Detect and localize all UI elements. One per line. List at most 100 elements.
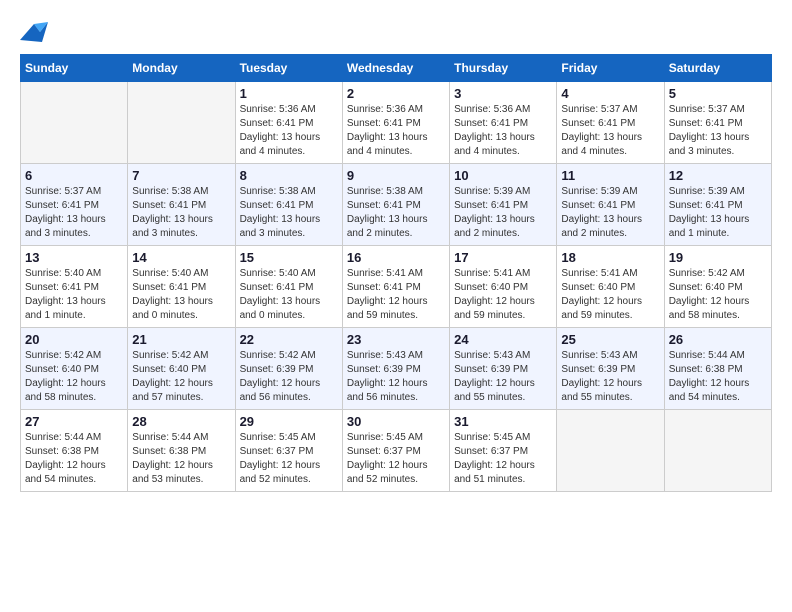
calendar-cell: 2 Sunrise: 5:36 AMSunset: 6:41 PMDaylight…: [342, 82, 449, 164]
day-number: 21: [132, 332, 230, 347]
day-number: 1: [240, 86, 338, 101]
day-info: Sunrise: 5:41 AMSunset: 6:41 PMDaylight:…: [347, 267, 445, 323]
day-info: Sunrise: 5:37 AMSunset: 6:41 PMDaylight:…: [561, 103, 659, 159]
calendar-cell: 7 Sunrise: 5:38 AMSunset: 6:41 PMDaylight…: [128, 164, 235, 246]
calendar-cell: [664, 410, 771, 492]
day-info: Sunrise: 5:41 AMSunset: 6:40 PMDaylight:…: [561, 267, 659, 323]
calendar-cell: [557, 410, 664, 492]
calendar-cell: 22 Sunrise: 5:42 AMSunset: 6:39 PMDayligh…: [235, 328, 342, 410]
day-info: Sunrise: 5:36 AMSunset: 6:41 PMDaylight:…: [347, 103, 445, 159]
day-number: 6: [25, 168, 123, 183]
day-number: 16: [347, 250, 445, 265]
day-number: 9: [347, 168, 445, 183]
day-info: Sunrise: 5:45 AMSunset: 6:37 PMDaylight:…: [240, 431, 338, 487]
calendar-header-thursday: Thursday: [450, 55, 557, 82]
day-number: 18: [561, 250, 659, 265]
calendar-cell: 14 Sunrise: 5:40 AMSunset: 6:41 PMDayligh…: [128, 246, 235, 328]
day-info: Sunrise: 5:36 AMSunset: 6:41 PMDaylight:…: [454, 103, 552, 159]
day-info: Sunrise: 5:42 AMSunset: 6:40 PMDaylight:…: [25, 349, 123, 405]
calendar-cell: 15Sunrise: 5:40 AMSunset: 6:41 PMDayligh…: [235, 246, 342, 328]
day-number: 26: [669, 332, 767, 347]
day-info: Sunrise: 5:41 AMSunset: 6:40 PMDaylight:…: [454, 267, 552, 323]
day-info: Sunrise: 5:37 AMSunset: 6:41 PMDaylight:…: [25, 185, 123, 241]
calendar-cell: [21, 82, 128, 164]
calendar-cell: 9 Sunrise: 5:38 AMSunset: 6:41 PMDaylight…: [342, 164, 449, 246]
calendar-cell: 27 Sunrise: 5:44 AMSunset: 6:38 PMDayligh…: [21, 410, 128, 492]
day-number: 3: [454, 86, 552, 101]
day-info: Sunrise: 5:40 AMSunset: 6:41 PMDaylight:…: [132, 267, 230, 323]
day-number: 31: [454, 414, 552, 429]
day-info: Sunrise: 5:42 AMSunset: 6:40 PMDaylight:…: [669, 267, 767, 323]
day-number: 4: [561, 86, 659, 101]
calendar-cell: 23 Sunrise: 5:43 AMSunset: 6:39 PMDayligh…: [342, 328, 449, 410]
day-info: Sunrise: 5:44 AMSunset: 6:38 PMDaylight:…: [132, 431, 230, 487]
calendar-week-row: 1 Sunrise: 5:36 AMSunset: 6:41 PMDaylight…: [21, 82, 772, 164]
calendar-cell: 4 Sunrise: 5:37 AMSunset: 6:41 PMDaylight…: [557, 82, 664, 164]
day-info: Sunrise: 5:38 AMSunset: 6:41 PMDaylight:…: [240, 185, 338, 241]
day-number: 13: [25, 250, 123, 265]
day-info: Sunrise: 5:38 AMSunset: 6:41 PMDaylight:…: [347, 185, 445, 241]
calendar-week-row: 6 Sunrise: 5:37 AMSunset: 6:41 PMDaylight…: [21, 164, 772, 246]
day-number: 10: [454, 168, 552, 183]
calendar-cell: [128, 82, 235, 164]
day-info: Sunrise: 5:43 AMSunset: 6:39 PMDaylight:…: [454, 349, 552, 405]
calendar-cell: 19Sunrise: 5:42 AMSunset: 6:40 PMDayligh…: [664, 246, 771, 328]
calendar-header-friday: Friday: [557, 55, 664, 82]
day-info: Sunrise: 5:45 AMSunset: 6:37 PMDaylight:…: [454, 431, 552, 487]
day-number: 22: [240, 332, 338, 347]
calendar-header-wednesday: Wednesday: [342, 55, 449, 82]
calendar-cell: 3 Sunrise: 5:36 AMSunset: 6:41 PMDaylight…: [450, 82, 557, 164]
calendar-cell: 25 Sunrise: 5:43 AMSunset: 6:39 PMDayligh…: [557, 328, 664, 410]
day-info: Sunrise: 5:44 AMSunset: 6:38 PMDaylight:…: [669, 349, 767, 405]
calendar-cell: 21Sunrise: 5:42 AMSunset: 6:40 PMDayligh…: [128, 328, 235, 410]
calendar-header-row: SundayMondayTuesdayWednesdayThursdayFrid…: [21, 55, 772, 82]
calendar-cell: 1 Sunrise: 5:36 AMSunset: 6:41 PMDaylight…: [235, 82, 342, 164]
calendar-cell: 17 Sunrise: 5:41 AMSunset: 6:40 PMDayligh…: [450, 246, 557, 328]
day-info: Sunrise: 5:37 AMSunset: 6:41 PMDaylight:…: [669, 103, 767, 159]
calendar-table: SundayMondayTuesdayWednesdayThursdayFrid…: [20, 54, 772, 492]
calendar-cell: 20Sunrise: 5:42 AMSunset: 6:40 PMDayligh…: [21, 328, 128, 410]
calendar-cell: 26 Sunrise: 5:44 AMSunset: 6:38 PMDayligh…: [664, 328, 771, 410]
logo-icon: [20, 20, 48, 44]
day-number: 25: [561, 332, 659, 347]
day-info: Sunrise: 5:39 AMSunset: 6:41 PMDaylight:…: [669, 185, 767, 241]
day-info: Sunrise: 5:36 AMSunset: 6:41 PMDaylight:…: [240, 103, 338, 159]
day-number: 8: [240, 168, 338, 183]
day-info: Sunrise: 5:43 AMSunset: 6:39 PMDaylight:…: [561, 349, 659, 405]
calendar-cell: 31 Sunrise: 5:45 AMSunset: 6:37 PMDayligh…: [450, 410, 557, 492]
calendar-cell: 6 Sunrise: 5:37 AMSunset: 6:41 PMDaylight…: [21, 164, 128, 246]
day-info: Sunrise: 5:43 AMSunset: 6:39 PMDaylight:…: [347, 349, 445, 405]
calendar-week-row: 20Sunrise: 5:42 AMSunset: 6:40 PMDayligh…: [21, 328, 772, 410]
calendar-cell: 16 Sunrise: 5:41 AMSunset: 6:41 PMDayligh…: [342, 246, 449, 328]
calendar-cell: 18 Sunrise: 5:41 AMSunset: 6:40 PMDayligh…: [557, 246, 664, 328]
day-number: 17: [454, 250, 552, 265]
calendar-week-row: 27 Sunrise: 5:44 AMSunset: 6:38 PMDayligh…: [21, 410, 772, 492]
calendar-cell: 29Sunrise: 5:45 AMSunset: 6:37 PMDayligh…: [235, 410, 342, 492]
header: [20, 20, 772, 44]
calendar-cell: 30 Sunrise: 5:45 AMSunset: 6:37 PMDayligh…: [342, 410, 449, 492]
calendar-header-saturday: Saturday: [664, 55, 771, 82]
day-number: 24: [454, 332, 552, 347]
calendar-cell: 5Sunrise: 5:37 AMSunset: 6:41 PMDaylight…: [664, 82, 771, 164]
calendar-cell: 13Sunrise: 5:40 AMSunset: 6:41 PMDayligh…: [21, 246, 128, 328]
day-info: Sunrise: 5:39 AMSunset: 6:41 PMDaylight:…: [454, 185, 552, 241]
calendar-cell: 8 Sunrise: 5:38 AMSunset: 6:41 PMDaylight…: [235, 164, 342, 246]
day-number: 28: [132, 414, 230, 429]
day-info: Sunrise: 5:45 AMSunset: 6:37 PMDaylight:…: [347, 431, 445, 487]
logo: [20, 20, 52, 44]
day-info: Sunrise: 5:39 AMSunset: 6:41 PMDaylight:…: [561, 185, 659, 241]
day-number: 30: [347, 414, 445, 429]
day-number: 27: [25, 414, 123, 429]
calendar-header-sunday: Sunday: [21, 55, 128, 82]
calendar-cell: 12Sunrise: 5:39 AMSunset: 6:41 PMDayligh…: [664, 164, 771, 246]
day-number: 2: [347, 86, 445, 101]
day-number: 7: [132, 168, 230, 183]
day-info: Sunrise: 5:44 AMSunset: 6:38 PMDaylight:…: [25, 431, 123, 487]
day-info: Sunrise: 5:42 AMSunset: 6:39 PMDaylight:…: [240, 349, 338, 405]
calendar-header-monday: Monday: [128, 55, 235, 82]
calendar-cell: 28 Sunrise: 5:44 AMSunset: 6:38 PMDayligh…: [128, 410, 235, 492]
day-info: Sunrise: 5:38 AMSunset: 6:41 PMDaylight:…: [132, 185, 230, 241]
day-number: 14: [132, 250, 230, 265]
day-number: 23: [347, 332, 445, 347]
calendar-cell: 10 Sunrise: 5:39 AMSunset: 6:41 PMDayligh…: [450, 164, 557, 246]
